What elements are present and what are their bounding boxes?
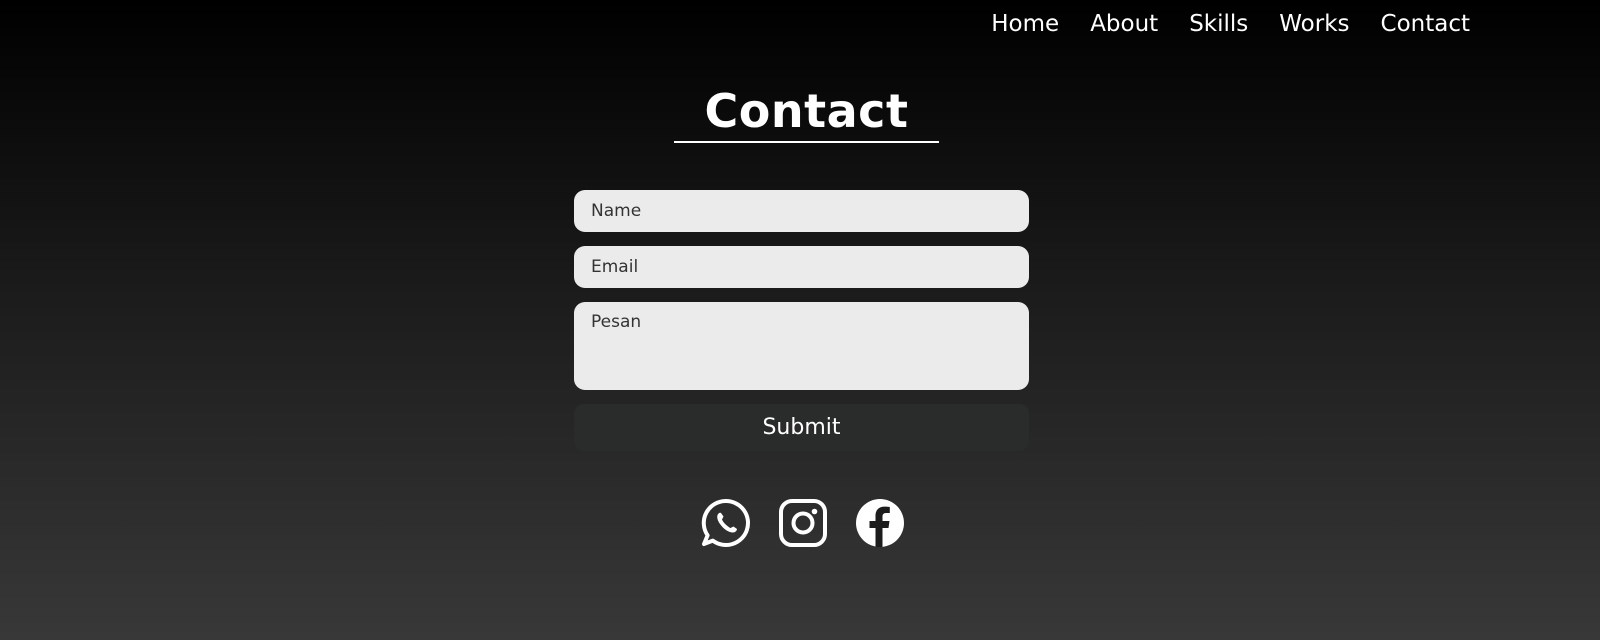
whatsapp-link[interactable] [700,497,752,549]
social-links [700,497,906,549]
email-input[interactable] [574,246,1029,288]
nav-works-link[interactable]: Works [1279,7,1349,41]
nav-home-link[interactable]: Home [991,7,1059,41]
instagram-link[interactable] [777,497,829,549]
facebook-icon [856,499,904,547]
facebook-link[interactable] [854,497,906,549]
name-input[interactable] [574,190,1029,232]
main-nav: Home About Skills Works Contact [991,7,1470,41]
nav-about-link[interactable]: About [1090,7,1158,41]
contact-heading: Contact [674,82,939,143]
nav-skills-link[interactable]: Skills [1189,7,1248,41]
title-underline [674,141,939,143]
submit-button[interactable]: Submit [574,404,1029,451]
message-textarea[interactable] [574,302,1029,390]
whatsapp-icon [701,498,750,547]
nav-contact-link[interactable]: Contact [1381,7,1470,41]
page-title: Contact [704,84,909,138]
contact-form: Submit [574,190,1029,451]
instagram-icon [779,499,827,547]
